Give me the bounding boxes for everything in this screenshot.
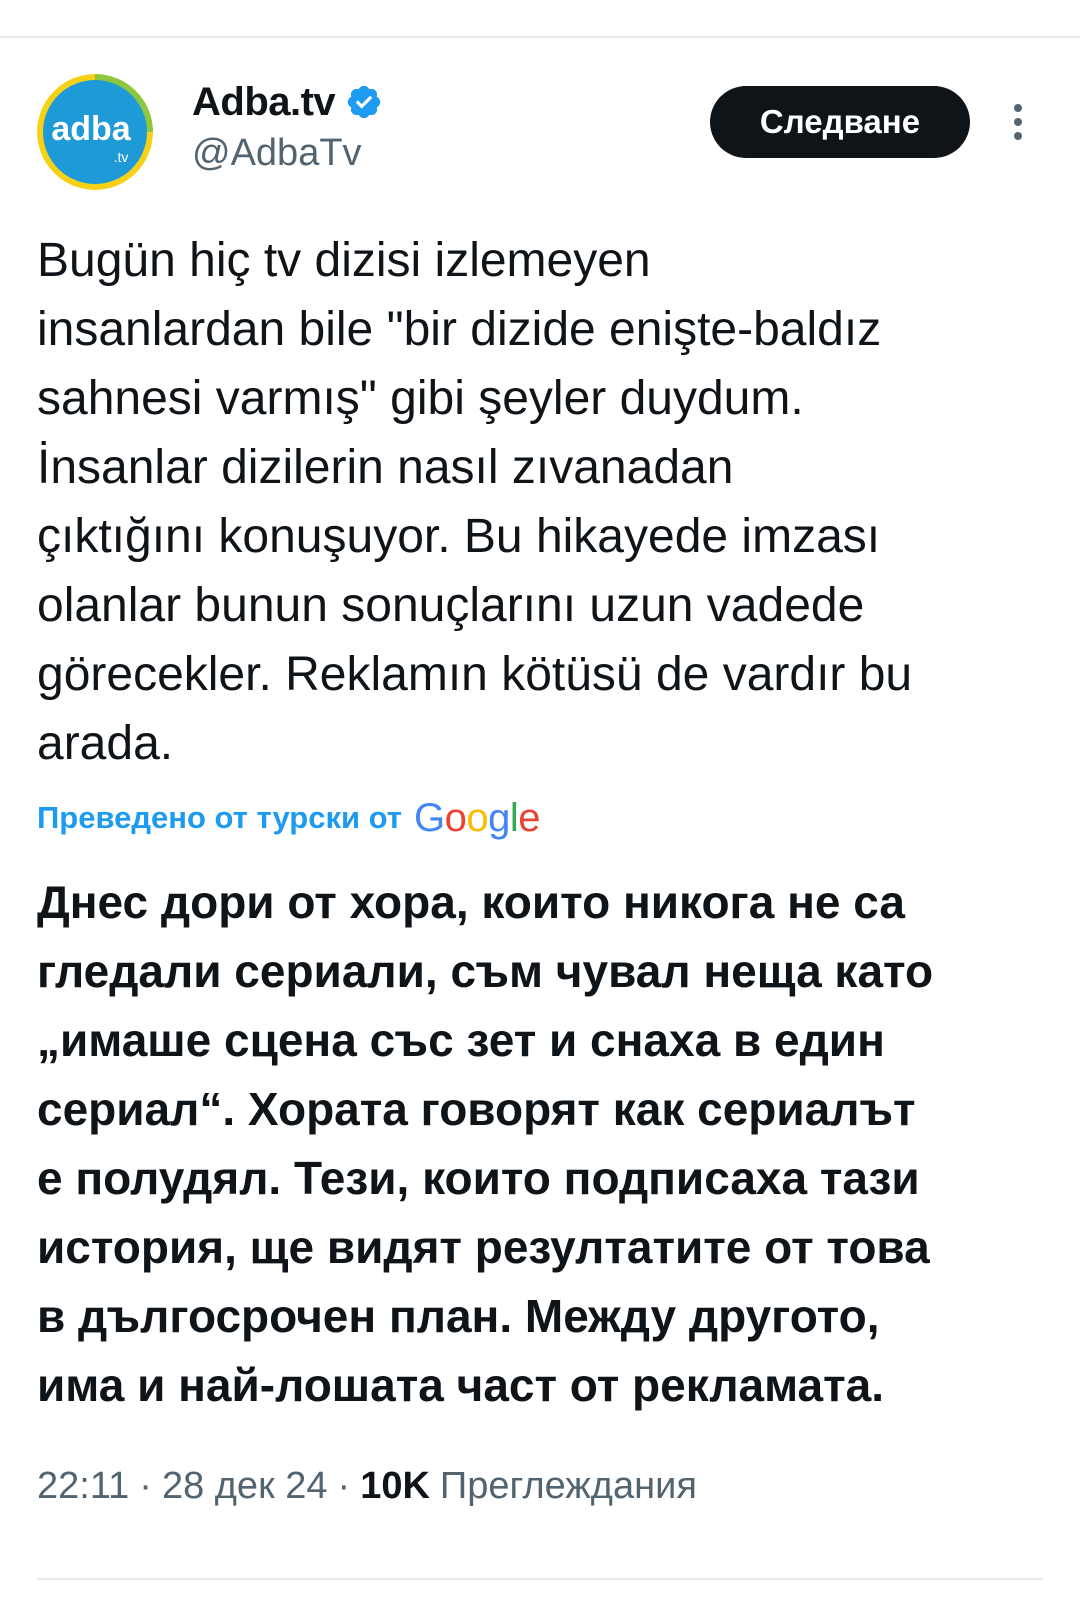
google-logo-letter: g xyxy=(488,795,510,840)
translation-attribution[interactable]: Преведено от турски от Google xyxy=(37,794,541,842)
google-logo-letter: l xyxy=(509,795,519,840)
bottom-divider xyxy=(37,1578,1043,1580)
tweet-text: Bugün hiç tv dizisi izlemeyen insanlarda… xyxy=(37,226,1047,778)
verified-badge-icon xyxy=(347,85,381,119)
avatar-subtext: .tv xyxy=(114,149,129,165)
translation-label[interactable]: Преведено от турски от xyxy=(37,800,402,836)
display-name-row[interactable]: Adba.tv xyxy=(192,78,383,126)
tweet-text-line: Bugün hiç tv dizisi izlemeyen xyxy=(37,234,651,287)
views-count[interactable]: 10K xyxy=(360,1465,430,1508)
tweet-text-line: insanlardan bile "bir dizide enişte-bald… xyxy=(37,303,882,356)
tweet-text-line: sahnesi varmış" gibi şeyler duydum. xyxy=(37,372,804,425)
adba-logo-icon: adba .tv xyxy=(37,74,153,190)
tweet-text-line: görecekler. Reklamın kötüsü de vardır bu xyxy=(37,648,913,701)
handle[interactable]: @AdbaTv xyxy=(192,132,362,175)
tweet-date[interactable]: 28 дек 24 xyxy=(162,1465,328,1508)
follow-button[interactable]: Следване xyxy=(710,86,970,158)
translated-text-line: сериал“. Хората говорят как сериалът xyxy=(37,1083,916,1135)
translated-text-line: в дългосрочен план. Между другото, xyxy=(37,1290,880,1342)
more-vertical-icon[interactable] xyxy=(1004,102,1032,142)
tweet-text-line: arada. xyxy=(37,717,174,770)
views-label[interactable]: Преглеждания xyxy=(440,1465,697,1508)
meta-separator: · xyxy=(139,1464,152,1507)
translated-text-line: е полудял. Тези, които подписаха тази xyxy=(37,1152,920,1204)
meta-separator: · xyxy=(337,1464,351,1507)
translated-text-line: има и най-лошата част от рекламата. xyxy=(37,1359,885,1411)
translated-text-line: гледали сериали, съм чувал неща като xyxy=(37,945,934,997)
translated-text-line: Днес дори от хора, които никога не са xyxy=(37,876,905,928)
translated-text: Днес дори от хора, които никога не са гл… xyxy=(37,868,1047,1420)
top-divider xyxy=(0,36,1080,38)
display-name[interactable]: Adba.tv xyxy=(192,80,336,125)
avatar[interactable]: adba .tv xyxy=(37,74,153,190)
tweet-text-line: olanlar bunun sonuçlarını uzun vadede xyxy=(37,579,865,632)
tweet-text-line: İnsanlar dizilerin nasıl zıvanadan xyxy=(37,441,734,494)
translated-text-line: „имаше сцена със зет и снаха в един xyxy=(37,1014,885,1066)
tweet-time[interactable]: 22:11 xyxy=(37,1465,129,1508)
google-logo: Google xyxy=(414,795,541,841)
google-logo-letter: e xyxy=(518,795,541,840)
google-logo-letter: o xyxy=(466,795,489,840)
tweet-text-line: çıktığını konuşuyor. Bu hikayede imzası xyxy=(37,510,881,563)
tweet-meta: 22:11 · 28 дек 24 · 10K Преглеждания xyxy=(37,1460,697,1512)
google-logo-letter: G xyxy=(414,795,445,840)
translated-text-line: история, ще видят резултатите от това xyxy=(37,1221,930,1273)
google-logo-letter: o xyxy=(444,795,467,840)
avatar-text: adba xyxy=(51,110,131,148)
